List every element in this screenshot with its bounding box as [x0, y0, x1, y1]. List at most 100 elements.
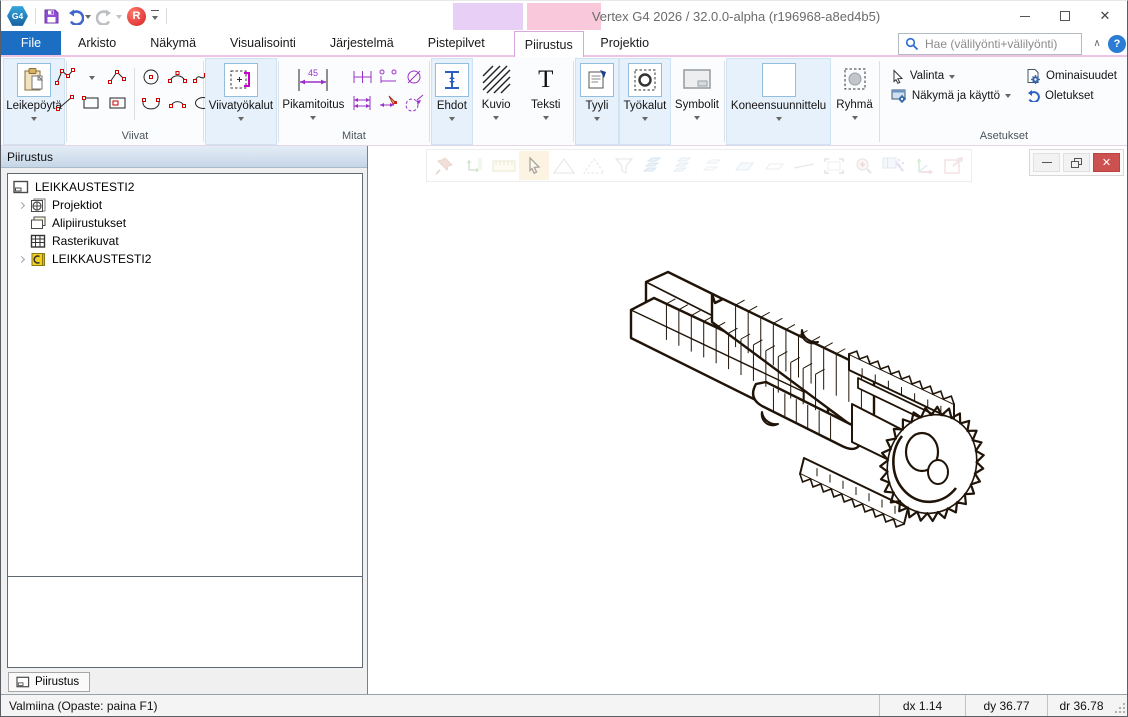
zoom-in-button[interactable] — [849, 151, 879, 180]
kuvio-button[interactable]: Kuvio — [475, 60, 517, 123]
child-minimize-button[interactable] — [1033, 153, 1060, 172]
close-icon: ✕ — [1100, 8, 1111, 24]
rectangle-tool-button[interactable] — [80, 92, 103, 114]
radius-dimension-button[interactable] — [403, 92, 426, 114]
panel-header: Piirustus — [1, 146, 367, 168]
arc-tool-button[interactable] — [166, 66, 189, 88]
separator — [166, 8, 167, 24]
tab-file[interactable]: File — [1, 31, 61, 55]
minimize-button[interactable] — [1005, 1, 1045, 31]
plane-button-1[interactable] — [729, 151, 759, 180]
valinta-button[interactable]: Valinta — [891, 68, 1011, 84]
tree-item-alipiirustukset[interactable]: Alipiirustukset — [8, 214, 362, 232]
drawing-canvas[interactable]: ✕ — [368, 146, 1127, 694]
expand-chevron[interactable] — [13, 203, 30, 208]
minimize-icon — [1020, 16, 1030, 17]
tab-arkisto[interactable]: Arkisto — [61, 31, 133, 55]
constraint-icon — [440, 68, 464, 92]
layers-button-1[interactable] — [639, 151, 669, 180]
style-picker-button[interactable] — [879, 151, 909, 180]
tab-visualisointi[interactable]: Visualisointi — [213, 31, 313, 55]
ehdot-button[interactable]: Ehdot — [431, 61, 473, 124]
polyline-dropdown[interactable] — [80, 66, 103, 88]
help-button[interactable]: ? — [1108, 35, 1126, 53]
tab-nakyma[interactable]: Näkymä — [133, 31, 213, 55]
undo-dropdown-caret[interactable] — [85, 15, 91, 22]
ruler-button[interactable] — [489, 151, 519, 180]
zigzag-tool-button[interactable] — [106, 66, 129, 88]
polyline-tool-button[interactable] — [54, 66, 77, 88]
line-tools-icon — [228, 67, 254, 93]
ellipse-open-tool-button[interactable] — [140, 92, 163, 114]
tree-item-projektiot[interactable]: Projektiot — [8, 196, 362, 214]
pikamitoitus-button[interactable]: 45 Pikamitoitus — [278, 60, 348, 123]
layers-button-2[interactable] — [669, 151, 699, 180]
viivatyokalut-caret — [238, 117, 244, 124]
plane-button-2[interactable] — [759, 151, 789, 180]
nakyma-ja-kaytto-button[interactable]: Näkymä ja käyttö — [891, 88, 1011, 103]
tab-projektio[interactable]: Projektio — [588, 31, 662, 55]
tyokalut-button[interactable]: Työkalut — [620, 61, 671, 124]
tree-item-rasterikuvat[interactable]: Rasterikuvat — [8, 232, 362, 250]
export-view-button[interactable] — [939, 151, 969, 180]
selection-frame-button[interactable] — [819, 151, 849, 180]
diameter-dimension-button[interactable] — [403, 66, 426, 88]
tree-item-leikkaustesti2[interactable]: LEIKKAUSTESTI2 — [8, 250, 362, 268]
layers-button-3[interactable] — [699, 151, 729, 180]
ryhma-button[interactable]: Ryhmä — [832, 60, 876, 123]
redo-dropdown-caret[interactable] — [116, 15, 122, 22]
tyyli-button[interactable]: Tyyli — [576, 61, 618, 124]
angle-dimension-button[interactable] — [377, 66, 400, 88]
teksti-button[interactable]: T Teksti — [525, 60, 567, 123]
tree-item-root[interactable]: LEIKKAUSTESTI2 — [8, 178, 362, 196]
tab-pistepilvet[interactable]: Pistepilvet — [411, 31, 502, 55]
flat-line-button[interactable] — [789, 151, 819, 180]
koneensuunnittelu-button[interactable]: Koneensuunnittelu — [727, 61, 830, 124]
customize-toolbar-button[interactable] — [151, 10, 159, 23]
tab-piirustus[interactable]: Piirustus — [514, 31, 584, 57]
cad-drawing[interactable] — [616, 246, 1096, 566]
redo-button[interactable] — [96, 8, 122, 25]
pikamitoitus-label: Pikamitoitus — [282, 99, 344, 112]
resize-grip[interactable] — [1115, 695, 1127, 716]
viivatyokalut-button[interactable]: Viivatyökalut — [205, 61, 277, 124]
search-placeholder: Hae (välilyönti+välilyönti) — [925, 37, 1057, 51]
triangle-button[interactable] — [549, 151, 579, 180]
revision-badge[interactable]: R — [127, 7, 146, 26]
arc-3pt-tool-button[interactable] — [166, 92, 189, 114]
oletukset-button[interactable]: Oletukset — [1025, 88, 1117, 103]
panel-tab-piirustus[interactable]: Piirustus — [8, 672, 90, 692]
ribbon-group-asetukset: Valinta Ominaisuudet Näkymä ja käyttö Ol… — [881, 58, 1127, 145]
child-close-button[interactable]: ✕ — [1093, 153, 1120, 172]
maximize-button[interactable] — [1045, 1, 1085, 31]
circle-tool-button[interactable] — [140, 66, 163, 88]
axes-button[interactable] — [909, 151, 939, 180]
app-logo-icon[interactable]: G4 — [7, 6, 28, 27]
line-tool-button[interactable] — [54, 92, 77, 114]
undo-button[interactable] — [65, 8, 91, 25]
collapse-ribbon-button[interactable]: ∧ — [1089, 35, 1105, 51]
svg-text:45: 45 — [308, 68, 318, 78]
separator — [35, 8, 36, 24]
expand-chevron[interactable] — [13, 257, 30, 262]
tab-jarjestelma[interactable]: Järjestelmä — [313, 31, 411, 55]
triangle-dashed-button[interactable] — [579, 151, 609, 180]
save-button[interactable] — [43, 8, 60, 25]
close-button[interactable]: ✕ — [1085, 1, 1125, 31]
pan-button[interactable] — [459, 151, 489, 180]
symbolit-button[interactable]: Symbolit — [671, 60, 723, 123]
child-restore-button[interactable] — [1063, 153, 1090, 172]
ribbon-group-tyyli: Tyyli — [575, 58, 619, 145]
ominaisuudet-button[interactable]: Ominaisuudet — [1025, 68, 1117, 84]
tree-item-label: LEIKKAUSTESTI2 — [52, 252, 151, 266]
tree-item-label: LEIKKAUSTESTI2 — [35, 180, 134, 194]
chain-dimension-button[interactable] — [351, 66, 374, 88]
rectangle-fill-tool-button[interactable] — [106, 92, 129, 114]
select-cursor-button[interactable] — [519, 151, 549, 180]
filter-button[interactable] — [609, 151, 639, 180]
search-input[interactable]: Hae (välilyönti+välilyönti) — [898, 33, 1082, 55]
edit-dimension-button[interactable] — [377, 92, 400, 114]
ehdot-label: Ehdot — [437, 100, 467, 113]
baseline-dimension-button[interactable] — [351, 92, 374, 114]
pushpin-button[interactable] — [429, 151, 459, 180]
